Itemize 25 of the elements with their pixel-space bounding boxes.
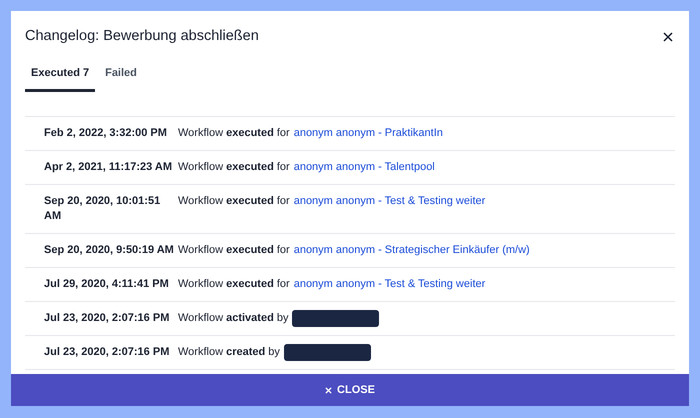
entry-date: Jul 23, 2020, 2:07:16 PM	[43, 310, 170, 326]
entry-message: Workflow executed for	[178, 160, 290, 174]
candidate-link[interactable]: anonym anonym - Test & Testing weiter	[294, 194, 486, 208]
candidate-link[interactable]: anonym anonym - Talentpool	[294, 160, 435, 174]
tab[interactable]: Failed	[99, 65, 143, 92]
close-icon[interactable]	[663, 32, 673, 42]
candidate-link[interactable]: anonym anonym - PraktikantIn	[294, 126, 443, 140]
entry-date: Jul 23, 2020, 2:07:16 PM	[43, 344, 170, 360]
entry-date: Sep 20, 2020, 10:01:51 AM	[43, 194, 162, 224]
entry-message: Workflow executed for	[178, 276, 290, 292]
dialog-title: Changelog: Bewerbung abschließen	[25, 26, 259, 46]
close-button[interactable]: CLOSE	[11, 374, 689, 406]
entry-message: Workflow activated by	[178, 310, 288, 326]
tab[interactable]: Executed 7	[25, 65, 96, 92]
entry-message: Workflow executed for	[178, 194, 290, 208]
entry-message: Workflow executed for	[178, 242, 290, 258]
candidate-link[interactable]: anonym anonym - Strategischer Einkäufer (m/w)	[294, 242, 530, 258]
entry-date: Feb 2, 2022, 3:32:00 PM	[43, 126, 168, 140]
entry-date: Jul 29, 2020, 4:11:41 PM	[43, 276, 170, 292]
entry-date: Apr 2, 2021, 11:17:23 AM	[43, 160, 173, 174]
entry-date: Sep 20, 2020, 9:50:19 AM	[43, 242, 175, 258]
candidate-link[interactable]: anonym anonym - Test & Testing weiter	[294, 276, 486, 292]
entry-message: Workflow executed for	[178, 126, 290, 140]
entry-message: Workflow created by	[178, 344, 280, 360]
close-icon	[325, 386, 332, 394]
